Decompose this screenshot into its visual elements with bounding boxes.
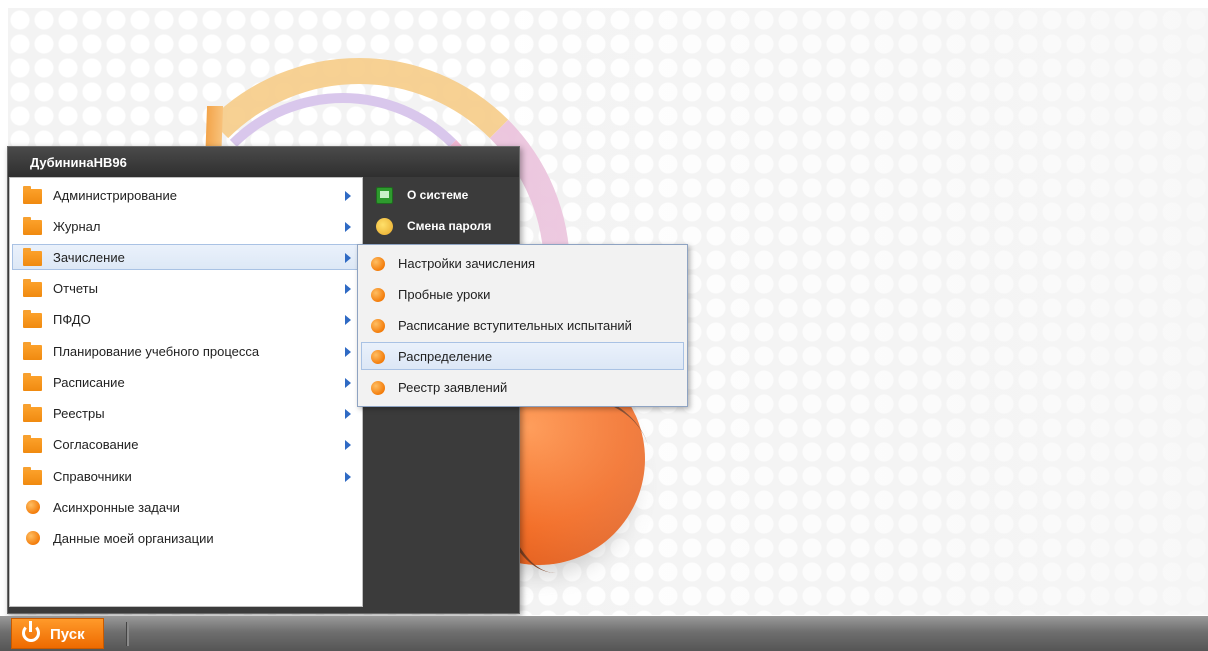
menu-item-otchety[interactable]: Отчеты [12, 275, 360, 301]
menu-item-label: Реестры [53, 406, 105, 421]
start-menu-header: ДубининаНВ96 [8, 147, 519, 177]
username-label: ДубининаНВ96 [30, 155, 127, 170]
orange-dot-icon [371, 257, 385, 271]
submenu-item-label: Распределение [398, 349, 493, 364]
menu-item-label: Асинхронные задачи [53, 500, 180, 515]
start-menu-items-panel: Администрирование Журнал Зачисление Отче… [9, 177, 363, 607]
submenu-item-label: Настройки зачисления [398, 256, 536, 271]
menu-item-label: Отчеты [53, 281, 98, 296]
menu-item-zachislenie[interactable]: Зачисление [12, 244, 360, 270]
start-button[interactable]: Пуск [11, 618, 104, 649]
zachislenie-submenu: Настройки зачисления Пробные уроки Распи… [357, 244, 688, 407]
menu-item-async-tasks[interactable]: Асинхронные задачи [12, 494, 360, 520]
chevron-right-icon [345, 440, 351, 450]
menu-item-label: Справочники [53, 469, 132, 484]
monitor-icon [376, 187, 393, 204]
folder-icon [23, 373, 42, 391]
menu-item-label: Зачисление [53, 250, 125, 265]
chevron-right-icon [345, 253, 351, 263]
taskbar-separator [126, 622, 129, 646]
menu-item-org-data[interactable]: Данные моей организации [12, 525, 360, 551]
orange-dot-icon [371, 350, 385, 364]
about-system-label: О системе [407, 188, 469, 202]
submenu-item-settings[interactable]: Настройки зачисления [361, 249, 684, 277]
menu-item-spravochniki[interactable]: Справочники [12, 463, 360, 489]
submenu-item-label: Реестр заявлений [398, 380, 508, 395]
change-password-button[interactable]: Смена пароля [376, 216, 516, 240]
menu-item-planirovanie[interactable]: Планирование учебного процесса [12, 338, 360, 364]
menu-item-soglasovanie[interactable]: Согласование [12, 431, 360, 457]
menu-item-label: Данные моей организации [53, 531, 214, 546]
folder-icon [23, 342, 42, 360]
chevron-right-icon [345, 378, 351, 388]
change-password-label: Смена пароля [407, 219, 492, 233]
chevron-right-icon [345, 409, 351, 419]
menu-item-administrirovanie[interactable]: Администрирование [12, 182, 360, 208]
folder-icon [23, 217, 42, 235]
submenu-item-label: Расписание вступительных испытаний [398, 318, 632, 333]
menu-item-zhurnal[interactable]: Журнал [12, 213, 360, 239]
chevron-right-icon [345, 284, 351, 294]
orange-dot-icon [371, 381, 385, 395]
orange-dot-icon [371, 319, 385, 333]
key-icon [376, 218, 393, 235]
menu-item-label: ПФДО [53, 312, 91, 327]
menu-item-label: Согласование [53, 437, 139, 452]
orange-dot-icon [26, 531, 40, 545]
start-button-label: Пуск [50, 626, 85, 643]
about-system-button[interactable]: О системе [376, 185, 516, 209]
submenu-item-exam-schedule[interactable]: Расписание вступительных испытаний [361, 311, 684, 339]
menu-item-pfdo[interactable]: ПФДО [12, 306, 360, 332]
folder-icon [23, 248, 42, 266]
orange-dot-icon [26, 500, 40, 514]
folder-icon [23, 404, 42, 422]
folder-icon [23, 467, 42, 485]
submenu-item-trial-lessons[interactable]: Пробные уроки [361, 280, 684, 308]
taskbar: Пуск [0, 616, 1208, 651]
chevron-right-icon [345, 222, 351, 232]
folder-icon [23, 186, 42, 204]
submenu-item-applications-registry[interactable]: Реестр заявлений [361, 373, 684, 401]
chevron-right-icon [345, 315, 351, 325]
folder-icon [23, 435, 42, 453]
menu-item-reestry[interactable]: Реестры [12, 400, 360, 426]
menu-item-label: Планирование учебного процесса [53, 344, 260, 359]
chevron-right-icon [345, 472, 351, 482]
menu-item-label: Журнал [53, 219, 101, 234]
menu-item-raspisanie[interactable]: Расписание [12, 369, 360, 395]
orange-dot-icon [371, 288, 385, 302]
menu-item-label: Расписание [53, 375, 125, 390]
folder-icon [23, 279, 42, 297]
menu-item-label: Администрирование [53, 188, 177, 203]
submenu-item-label: Пробные уроки [398, 287, 491, 302]
folder-icon [23, 310, 42, 328]
chevron-right-icon [345, 191, 351, 201]
chevron-right-icon [345, 347, 351, 357]
power-icon [22, 621, 40, 642]
submenu-item-distribution[interactable]: Распределение [361, 342, 684, 370]
